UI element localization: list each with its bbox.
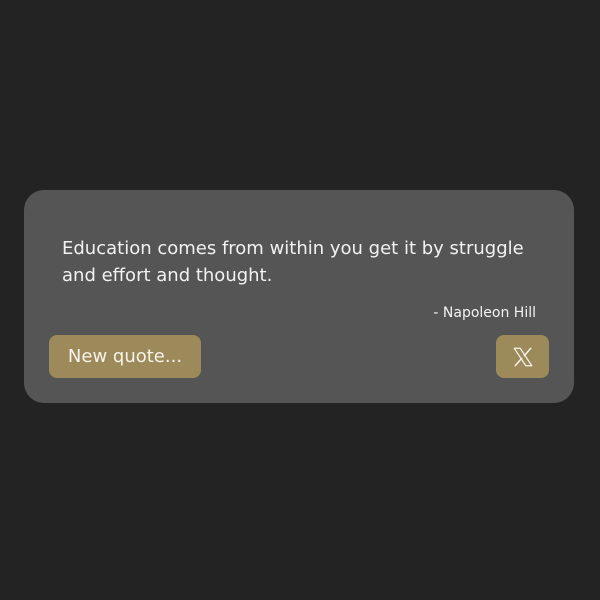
quote-author: - Napoleon Hill — [433, 305, 536, 321]
quote-text: Education comes from within you get it b… — [62, 238, 524, 286]
new-quote-button[interactable]: New quote... — [49, 335, 201, 378]
quote-box: Education comes from within you get it b… — [24, 190, 574, 403]
x-logo-icon — [512, 346, 534, 368]
tweet-quote-button[interactable] — [496, 335, 549, 378]
